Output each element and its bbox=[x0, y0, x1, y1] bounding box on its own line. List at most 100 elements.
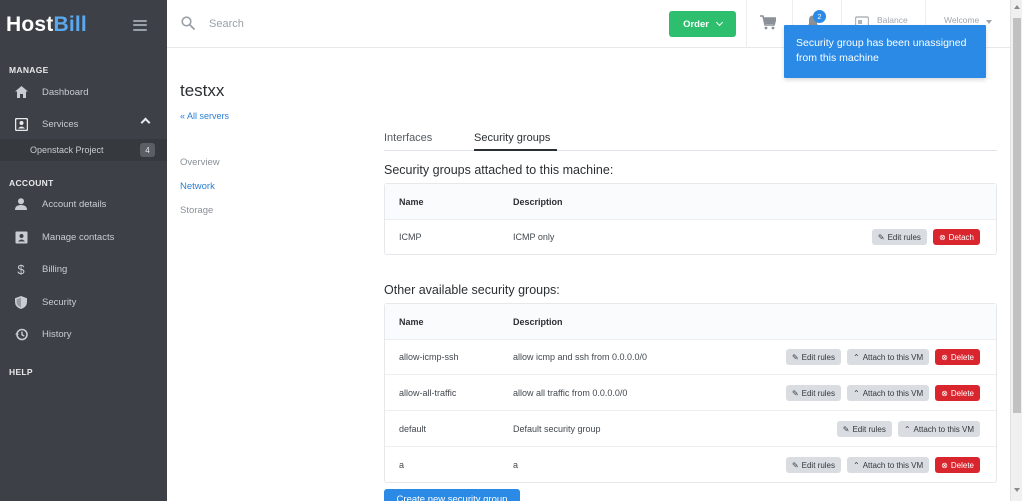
group-description: allow icmp and ssh from 0.0.0.0/0 bbox=[513, 352, 648, 362]
sidebar-subitem-label: Openstack Project bbox=[30, 145, 104, 155]
scroll-up-icon[interactable] bbox=[1014, 5, 1020, 9]
sidebar-item-history[interactable]: History bbox=[0, 322, 167, 346]
table-header-row: Name Description bbox=[385, 184, 996, 220]
attach-button[interactable]: ⌃ Attach to this VM bbox=[847, 457, 930, 473]
sidebar-item-billing[interactable]: $ Billing bbox=[0, 257, 167, 281]
group-name: allow-icmp-ssh bbox=[399, 352, 459, 362]
sidebar-item-security[interactable]: Security bbox=[0, 290, 167, 314]
contacts-icon bbox=[14, 230, 28, 244]
detach-button[interactable]: ⊗ Detach bbox=[932, 229, 980, 245]
pencil-icon: ✎ bbox=[877, 232, 885, 242]
balance-label[interactable]: Balance bbox=[877, 15, 908, 25]
attach-label: Attach to this VM bbox=[862, 388, 924, 398]
table-row: allow-icmp-ssh allow icmp and ssh from 0… bbox=[385, 339, 996, 375]
edit-rules-button[interactable]: ✎ Edit rules bbox=[785, 457, 841, 473]
tab-security-groups[interactable]: Security groups bbox=[474, 132, 550, 144]
logo[interactable]: HostBill bbox=[6, 13, 87, 37]
sidebar-item-label: Manage contacts bbox=[42, 231, 115, 243]
logo-part-bill: Bill bbox=[53, 13, 87, 36]
history-icon bbox=[14, 327, 28, 341]
edit-rules-button[interactable]: ✎ Edit rules bbox=[785, 349, 841, 365]
row-actions: ✎ Edit rules ⌃ Attach to this VM ⊗ Delete bbox=[785, 447, 980, 483]
sidebar-item-label: History bbox=[42, 328, 72, 340]
edit-rules-label: Edit rules bbox=[801, 352, 835, 362]
edit-rules-label: Edit rules bbox=[852, 424, 886, 434]
attached-groups-table: Name Description ICMP ICMP only ✎ Edit ru… bbox=[384, 183, 997, 255]
page-title: testxx bbox=[180, 81, 225, 100]
group-description: allow all traffic from 0.0.0.0/0 bbox=[513, 388, 628, 398]
logo-part-host: Host bbox=[6, 13, 54, 36]
row-actions: ✎ Edit rules ⌃ Attach to this VM ⊗ Delete bbox=[785, 375, 980, 411]
group-description: Default security group bbox=[513, 424, 601, 434]
section-title-help: HELP bbox=[9, 367, 33, 377]
close-circle-icon: ⊗ bbox=[941, 460, 948, 470]
search-icon[interactable] bbox=[181, 16, 195, 35]
edit-rules-label: Edit rules bbox=[887, 232, 921, 242]
delete-button[interactable]: ⊗ Delete bbox=[935, 457, 980, 473]
group-name: default bbox=[399, 424, 427, 434]
subnav-overview[interactable]: Overview bbox=[180, 157, 220, 168]
chevron-up-icon: ⌃ bbox=[853, 460, 860, 470]
available-heading: Other available security groups: bbox=[384, 283, 560, 297]
edit-rules-button[interactable]: ✎ Edit rules bbox=[836, 421, 892, 437]
menu-toggle-icon[interactable] bbox=[133, 19, 147, 31]
caret-down-icon bbox=[986, 20, 992, 24]
sidebar-item-dashboard[interactable]: Dashboard bbox=[0, 80, 167, 104]
table-row: a a ✎ Edit rules ⌃ Attach to this VM ⊗ Dele… bbox=[385, 447, 996, 483]
group-description: ICMP only bbox=[513, 232, 555, 242]
subnav-network[interactable]: Network bbox=[180, 181, 215, 192]
attach-button[interactable]: ⌃ Attach to this VM bbox=[847, 385, 930, 401]
sidebar: HostBill MANAGE Dashboard Services Opens… bbox=[0, 0, 167, 501]
scroll-down-icon[interactable] bbox=[1014, 488, 1020, 492]
home-icon bbox=[14, 85, 28, 99]
chevron-up-icon: ⌃ bbox=[853, 388, 860, 398]
divider bbox=[746, 0, 747, 48]
sidebar-item-label: Billing bbox=[42, 263, 68, 275]
subnav-storage[interactable]: Storage bbox=[180, 205, 213, 216]
edit-rules-button[interactable]: ✎ Edit rules bbox=[785, 385, 841, 401]
sidebar-item-label: Dashboard bbox=[42, 86, 89, 98]
delete-button[interactable]: ⊗ Delete bbox=[935, 349, 980, 365]
scroll-thumb[interactable] bbox=[1013, 18, 1021, 413]
pencil-icon: ✎ bbox=[791, 460, 799, 470]
delete-label: Delete bbox=[950, 388, 974, 398]
attach-label: Attach to this VM bbox=[862, 460, 924, 470]
shield-icon bbox=[14, 295, 28, 309]
back-link[interactable]: « All servers bbox=[180, 111, 229, 121]
sidebar-item-manage-contacts[interactable]: Manage contacts bbox=[0, 225, 167, 249]
row-actions: ✎ Edit rules ⌃ Attach to this VM bbox=[836, 411, 980, 447]
chevron-up-icon: ⌃ bbox=[853, 352, 860, 362]
detach-label: Detach bbox=[948, 232, 974, 242]
column-header-description: Description bbox=[513, 317, 563, 327]
sidebar-item-services[interactable]: Services bbox=[0, 112, 167, 136]
cart-icon[interactable] bbox=[760, 15, 777, 35]
edit-rules-button[interactable]: ✎ Edit rules bbox=[871, 229, 927, 245]
table-row: allow-all-traffic allow all traffic from… bbox=[385, 375, 996, 411]
column-header-name: Name bbox=[399, 317, 424, 327]
create-security-group-button[interactable]: Create new security group bbox=[384, 489, 520, 501]
tab-active-indicator bbox=[474, 149, 557, 151]
chevron-up-icon bbox=[140, 117, 151, 128]
close-circle-icon: ⊗ bbox=[941, 388, 948, 398]
search-input[interactable] bbox=[209, 14, 509, 34]
tab-bar: Interfaces Security groups bbox=[384, 127, 997, 151]
sidebar-subitem-openstack[interactable]: Openstack Project 4 bbox=[0, 139, 167, 161]
edit-rules-label: Edit rules bbox=[801, 460, 835, 470]
pencil-icon: ✎ bbox=[791, 352, 799, 362]
count-badge: 4 bbox=[140, 143, 155, 157]
close-circle-icon: ⊗ bbox=[938, 232, 946, 242]
tab-interfaces[interactable]: Interfaces bbox=[384, 132, 432, 144]
toast-notification[interactable]: Security group has been unassigned from … bbox=[784, 25, 986, 78]
group-name: allow-all-traffic bbox=[399, 388, 457, 398]
pencil-icon: ✎ bbox=[791, 388, 799, 398]
scrollbar[interactable] bbox=[1010, 0, 1022, 501]
section-title-account: ACCOUNT bbox=[9, 178, 54, 188]
order-button[interactable]: Order bbox=[669, 11, 736, 37]
table-row: ICMP ICMP only ✎ Edit rules ⊗ Detach bbox=[385, 219, 996, 255]
attach-button[interactable]: ⌃ Attach to this VM bbox=[847, 349, 930, 365]
close-circle-icon: ⊗ bbox=[941, 352, 948, 362]
sidebar-item-account-details[interactable]: Account details bbox=[0, 192, 167, 216]
delete-button[interactable]: ⊗ Delete bbox=[935, 385, 980, 401]
welcome-menu[interactable]: Welcome bbox=[944, 15, 979, 25]
attach-button[interactable]: ⌃ Attach to this VM bbox=[897, 421, 980, 437]
